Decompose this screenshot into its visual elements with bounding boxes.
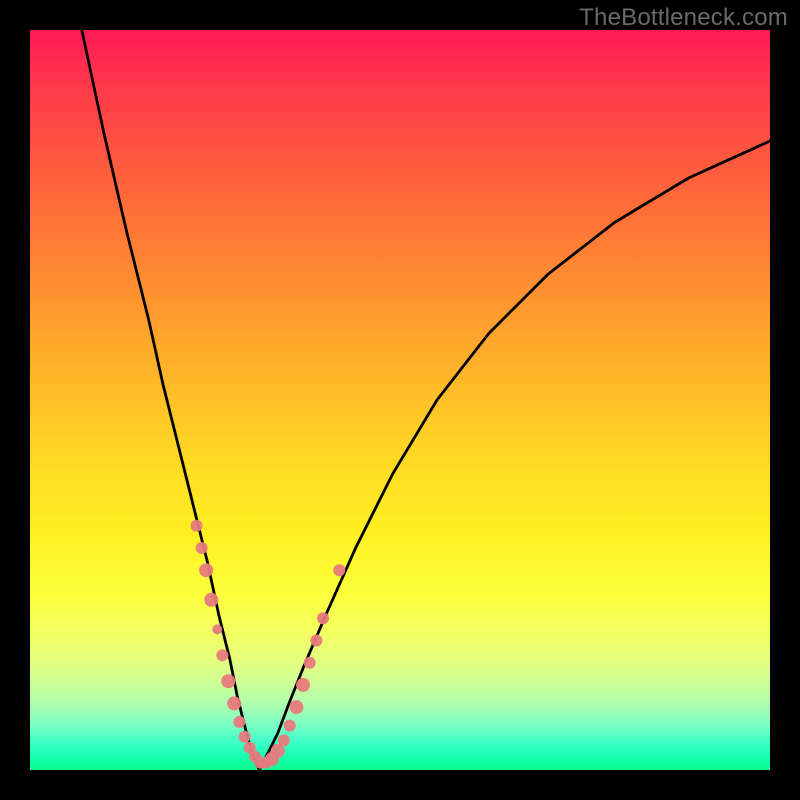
marker-point	[284, 720, 296, 732]
marker-point	[317, 612, 329, 624]
marker-point	[310, 635, 322, 647]
chart-svg	[30, 30, 770, 770]
marker-point	[191, 520, 203, 532]
plot-area	[30, 30, 770, 770]
marker-point	[204, 593, 218, 607]
marker-point	[304, 657, 316, 669]
series-left-branch	[82, 30, 260, 770]
marker-point	[296, 678, 310, 692]
watermark-text: TheBottleneck.com	[579, 4, 788, 32]
series-right-branch	[259, 141, 770, 770]
marker-point	[333, 564, 345, 576]
series-group	[82, 30, 770, 770]
marker-point	[239, 731, 251, 743]
marker-point	[196, 542, 208, 554]
marker-point	[221, 674, 235, 688]
chart-frame: TheBottleneck.com	[0, 0, 800, 800]
marker-point	[212, 624, 222, 634]
marker-point	[278, 734, 290, 746]
marker-group	[191, 520, 346, 769]
marker-point	[289, 700, 303, 714]
marker-point	[216, 649, 228, 661]
marker-point	[233, 716, 245, 728]
marker-point	[227, 696, 241, 710]
marker-point	[199, 563, 213, 577]
